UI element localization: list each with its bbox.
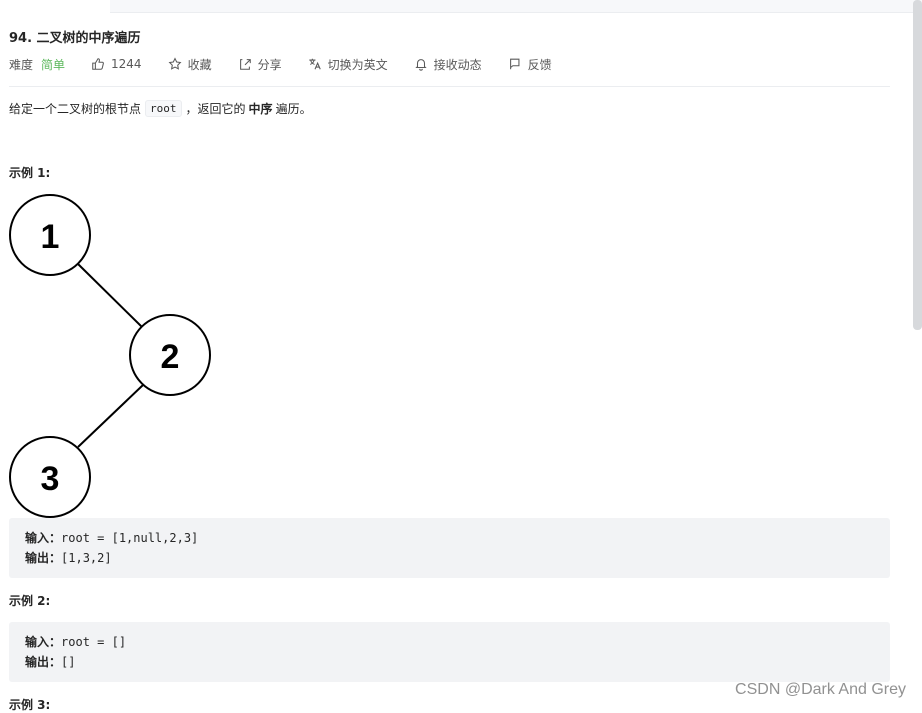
switch-language-label: 切换为英文 xyxy=(327,57,388,72)
tree-edge-1-2 xyxy=(76,262,144,329)
favorite-label: 收藏 xyxy=(187,57,212,72)
example-2-output: [] xyxy=(61,655,76,669)
example-3-heading: 示例 3: xyxy=(9,698,51,712)
description-prefix: 给定一个二叉树的根节点 xyxy=(9,102,142,116)
inline-code-root: root xyxy=(145,100,182,117)
example-2-input-line: 输入：root = [] xyxy=(25,633,126,650)
input-label: 输入： xyxy=(25,531,62,545)
top-tab-strip xyxy=(110,0,922,13)
share-label: 分享 xyxy=(257,57,282,72)
tree-node-2-label: 2 xyxy=(161,338,180,376)
difficulty-badge: 简单 xyxy=(41,57,66,72)
vertical-scrollbar[interactable] xyxy=(913,0,922,330)
problem-title: 94. 二叉树的中序遍历 xyxy=(9,31,141,46)
thumbs-up-icon xyxy=(92,58,104,70)
feedback-label: 反馈 xyxy=(527,57,552,72)
tree-node-2: 2 xyxy=(129,314,211,396)
description-comma: ， xyxy=(185,102,198,116)
subscribe-button[interactable]: 接收动态 xyxy=(414,56,482,73)
description-emphasis: 中序 xyxy=(248,102,273,116)
example-2-heading: 示例 2: xyxy=(9,594,51,608)
flag-icon xyxy=(509,58,520,70)
problem-meta-bar: 难度 简单 1244 收藏 分享 切换为英文 接收动态 反馈 xyxy=(9,55,578,73)
tree-node-1: 1 xyxy=(9,194,91,276)
example-2-output-line: 输出：[] xyxy=(25,653,75,670)
share-button[interactable]: 分享 xyxy=(238,56,282,73)
header-divider xyxy=(9,86,890,87)
csdn-watermark: CSDN @Dark And Grey xyxy=(735,681,906,698)
tree-node-1-label: 1 xyxy=(41,218,60,256)
input-label: 输入： xyxy=(25,635,62,649)
tree-edge-2-3 xyxy=(77,384,144,448)
feedback-button[interactable]: 反馈 xyxy=(508,56,552,73)
share-icon xyxy=(239,59,251,70)
example-1-input: root = [1,null,2,3] xyxy=(61,531,199,545)
switch-language-button[interactable]: 切换为英文 xyxy=(308,56,388,73)
bell-icon xyxy=(414,59,427,71)
example-1-output-line: 输出：[1,3,2] xyxy=(25,549,112,566)
binary-tree-diagram: 1 2 3 xyxy=(9,194,211,518)
like-count: 1244 xyxy=(111,57,142,71)
example-1-heading: 示例 1: xyxy=(9,166,51,180)
like-button[interactable]: 1244 xyxy=(91,57,142,71)
difficulty-label: 难度 xyxy=(9,57,34,72)
favorite-button[interactable]: 收藏 xyxy=(168,56,212,73)
star-icon xyxy=(168,57,182,70)
example-1-output: [1,3,2] xyxy=(61,551,112,565)
example-1-input-line: 输入：root = [1,null,2,3] xyxy=(25,529,198,546)
tree-node-3: 3 xyxy=(9,436,91,518)
tree-node-3-label: 3 xyxy=(41,460,60,498)
example-2-codeblock: 输入：root = [] 输出：[] xyxy=(9,622,890,682)
description-suffix: 遍历。 xyxy=(275,102,312,116)
description-middle: 返回它的 xyxy=(197,102,246,116)
example-1-codeblock: 输入：root = [1,null,2,3] 输出：[1,3,2] xyxy=(9,518,890,578)
translate-icon xyxy=(308,58,321,70)
problem-description: 给定一个二叉树的根节点 root ， 返回它的 中序 遍历。 xyxy=(9,100,312,117)
output-label: 输出： xyxy=(25,655,62,669)
output-label: 输出： xyxy=(25,551,62,565)
subscribe-label: 接收动态 xyxy=(433,57,482,72)
example-2-input: root = [] xyxy=(61,635,127,649)
